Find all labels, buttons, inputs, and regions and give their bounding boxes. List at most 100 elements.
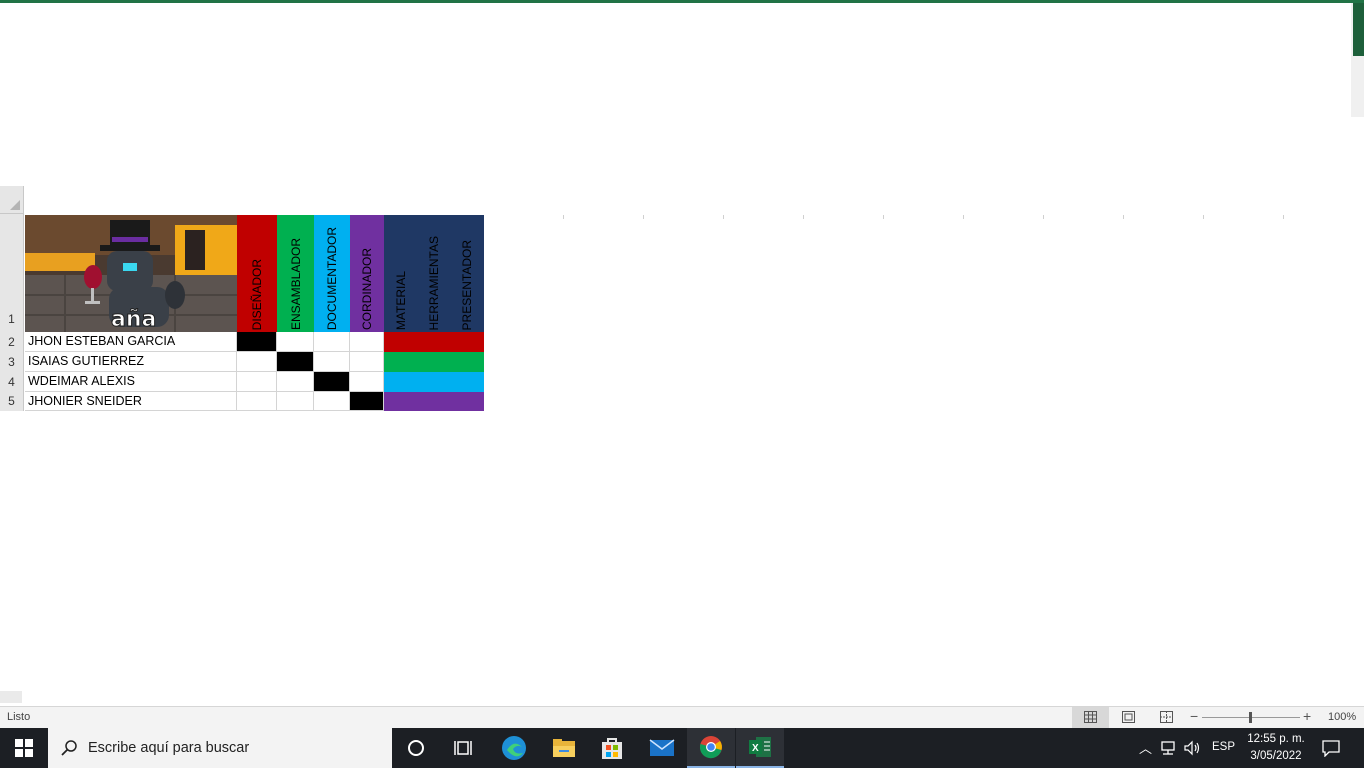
network-icon[interactable] — [1160, 740, 1178, 756]
cell-assigned[interactable] — [277, 352, 314, 372]
search-icon — [61, 740, 77, 756]
cell-fill-blue[interactable] — [384, 372, 484, 392]
row-number: 4 — [8, 375, 15, 389]
widgets-button[interactable] — [440, 728, 488, 768]
cell-name[interactable]: JHON ESTEBAN GARCIA — [25, 332, 237, 352]
cell-assigned[interactable] — [314, 372, 350, 392]
header-material[interactable]: MATERIAL — [384, 215, 417, 332]
row-number: 1 — [8, 312, 15, 326]
gridline-tick — [1283, 215, 1284, 219]
header-label: CORDINADOR — [360, 247, 374, 330]
header-label: HERRAMIENTAS — [426, 235, 441, 330]
cell-fill-purple[interactable] — [384, 392, 484, 411]
clock-date: 3/05/2022 — [1250, 750, 1302, 762]
cell-assigned[interactable] — [237, 332, 277, 352]
cell-name[interactable]: WDEIMAR ALEXIS — [25, 372, 237, 392]
chrome-button[interactable] — [687, 728, 735, 768]
gridline-tick — [963, 215, 964, 219]
cell[interactable] — [314, 332, 350, 352]
cell[interactable] — [237, 392, 277, 411]
zoom-out-icon[interactable]: − — [1190, 708, 1198, 724]
notifications-icon[interactable] — [1322, 739, 1340, 757]
header-label: DOCUMENTADOR — [325, 226, 339, 330]
cell[interactable] — [237, 372, 277, 392]
mail-button[interactable] — [638, 728, 686, 768]
clock-time: 12:55 p. m. — [1247, 733, 1305, 745]
row-header-3[interactable]: 3 — [0, 352, 24, 372]
circle-icon — [408, 740, 424, 756]
cell[interactable] — [314, 352, 350, 372]
cell[interactable] — [277, 372, 314, 392]
clock[interactable]: 12:55 p. m. 3/05/2022 — [1236, 731, 1316, 767]
header-image[interactable]: aña — [25, 215, 237, 332]
cell[interactable] — [277, 392, 314, 411]
language-indicator[interactable]: ESP — [1212, 741, 1235, 753]
search-placeholder: Escribe aquí para buscar — [88, 740, 250, 756]
cell-fill-green[interactable] — [384, 352, 484, 372]
chrome-icon — [699, 736, 722, 759]
gridline-tick — [643, 215, 644, 219]
app-top-border — [0, 0, 1364, 3]
cell-fill-red[interactable] — [384, 332, 484, 352]
folder-icon — [553, 739, 575, 757]
header-documentador[interactable]: DOCUMENTADOR — [314, 215, 350, 332]
normal-view-button[interactable] — [1072, 707, 1109, 728]
row-header-5[interactable]: 5 — [0, 392, 24, 411]
gridline-tick — [1043, 215, 1044, 219]
zoom-slider-thumb[interactable] — [1249, 712, 1252, 723]
excel-button[interactable]: X — [736, 728, 784, 768]
header-herramientas[interactable]: HERRAMIENTAS — [417, 215, 450, 332]
header-ensamblador[interactable]: ENSAMBLADOR — [277, 215, 314, 332]
cell[interactable] — [237, 352, 277, 372]
mail-icon — [649, 739, 675, 756]
gridline-tick — [803, 215, 804, 219]
header-label: DISEÑADOR — [250, 258, 264, 330]
taskbar-search-box[interactable]: Escribe aquí para buscar — [48, 728, 392, 768]
header-cordinador[interactable]: CORDINADOR — [350, 215, 384, 332]
windows-icon — [15, 739, 33, 757]
row-header-2[interactable]: 2 — [0, 332, 24, 352]
zoom-in-icon[interactable]: + — [1303, 708, 1311, 724]
task-view-icon — [454, 741, 472, 755]
horizontal-scrollbar[interactable] — [0, 691, 22, 703]
header-label: ENSAMBLADOR — [288, 237, 303, 330]
cell[interactable] — [350, 372, 384, 392]
svg-text:X: X — [752, 743, 759, 754]
cell[interactable] — [314, 392, 350, 411]
volume-icon[interactable] — [1184, 740, 1202, 756]
normal-view-icon — [1084, 711, 1097, 723]
row-header-1[interactable]: 1 — [0, 214, 24, 332]
page-break-icon[interactable] — [1160, 711, 1173, 723]
task-view-button[interactable] — [392, 728, 440, 768]
cell[interactable] — [350, 332, 384, 352]
row-header-4[interactable]: 4 — [0, 372, 24, 392]
excel-icon: X — [749, 737, 771, 757]
gridline-tick — [563, 215, 564, 219]
header-disenador[interactable]: DISEÑADOR — [237, 215, 277, 332]
start-button[interactable] — [0, 728, 48, 768]
cell-name[interactable]: ISAIAS GUTIERREZ — [25, 352, 237, 372]
store-button[interactable] — [588, 728, 636, 768]
header-presentador[interactable]: PRESENTADOR — [450, 215, 484, 332]
cell-assigned[interactable] — [350, 392, 384, 411]
chevron-up-icon[interactable]: ︿ — [1139, 738, 1152, 757]
cell[interactable] — [277, 332, 314, 352]
zoom-level[interactable]: 100% — [1328, 711, 1356, 723]
cell-name[interactable]: JHONIER SNEIDER — [25, 392, 237, 411]
vertical-scrollbar-thumb[interactable] — [1353, 3, 1364, 56]
header-label: PRESENTADOR — [460, 239, 474, 330]
edge-icon — [502, 736, 526, 760]
image-caption: aña — [110, 307, 157, 333]
store-icon — [602, 738, 622, 759]
select-all-corner[interactable] — [0, 186, 24, 214]
cell[interactable] — [350, 352, 384, 372]
header-label: MATERIAL — [393, 270, 408, 330]
edge-button[interactable] — [490, 728, 538, 768]
status-bar: Listo − + 100% — [0, 706, 1364, 728]
status-text: Listo — [7, 711, 31, 723]
file-explorer-button[interactable] — [540, 728, 588, 768]
page-layout-icon[interactable] — [1122, 711, 1135, 723]
gridline-tick — [1123, 215, 1124, 219]
row-number: 2 — [8, 335, 15, 349]
gridline-tick — [1203, 215, 1204, 219]
